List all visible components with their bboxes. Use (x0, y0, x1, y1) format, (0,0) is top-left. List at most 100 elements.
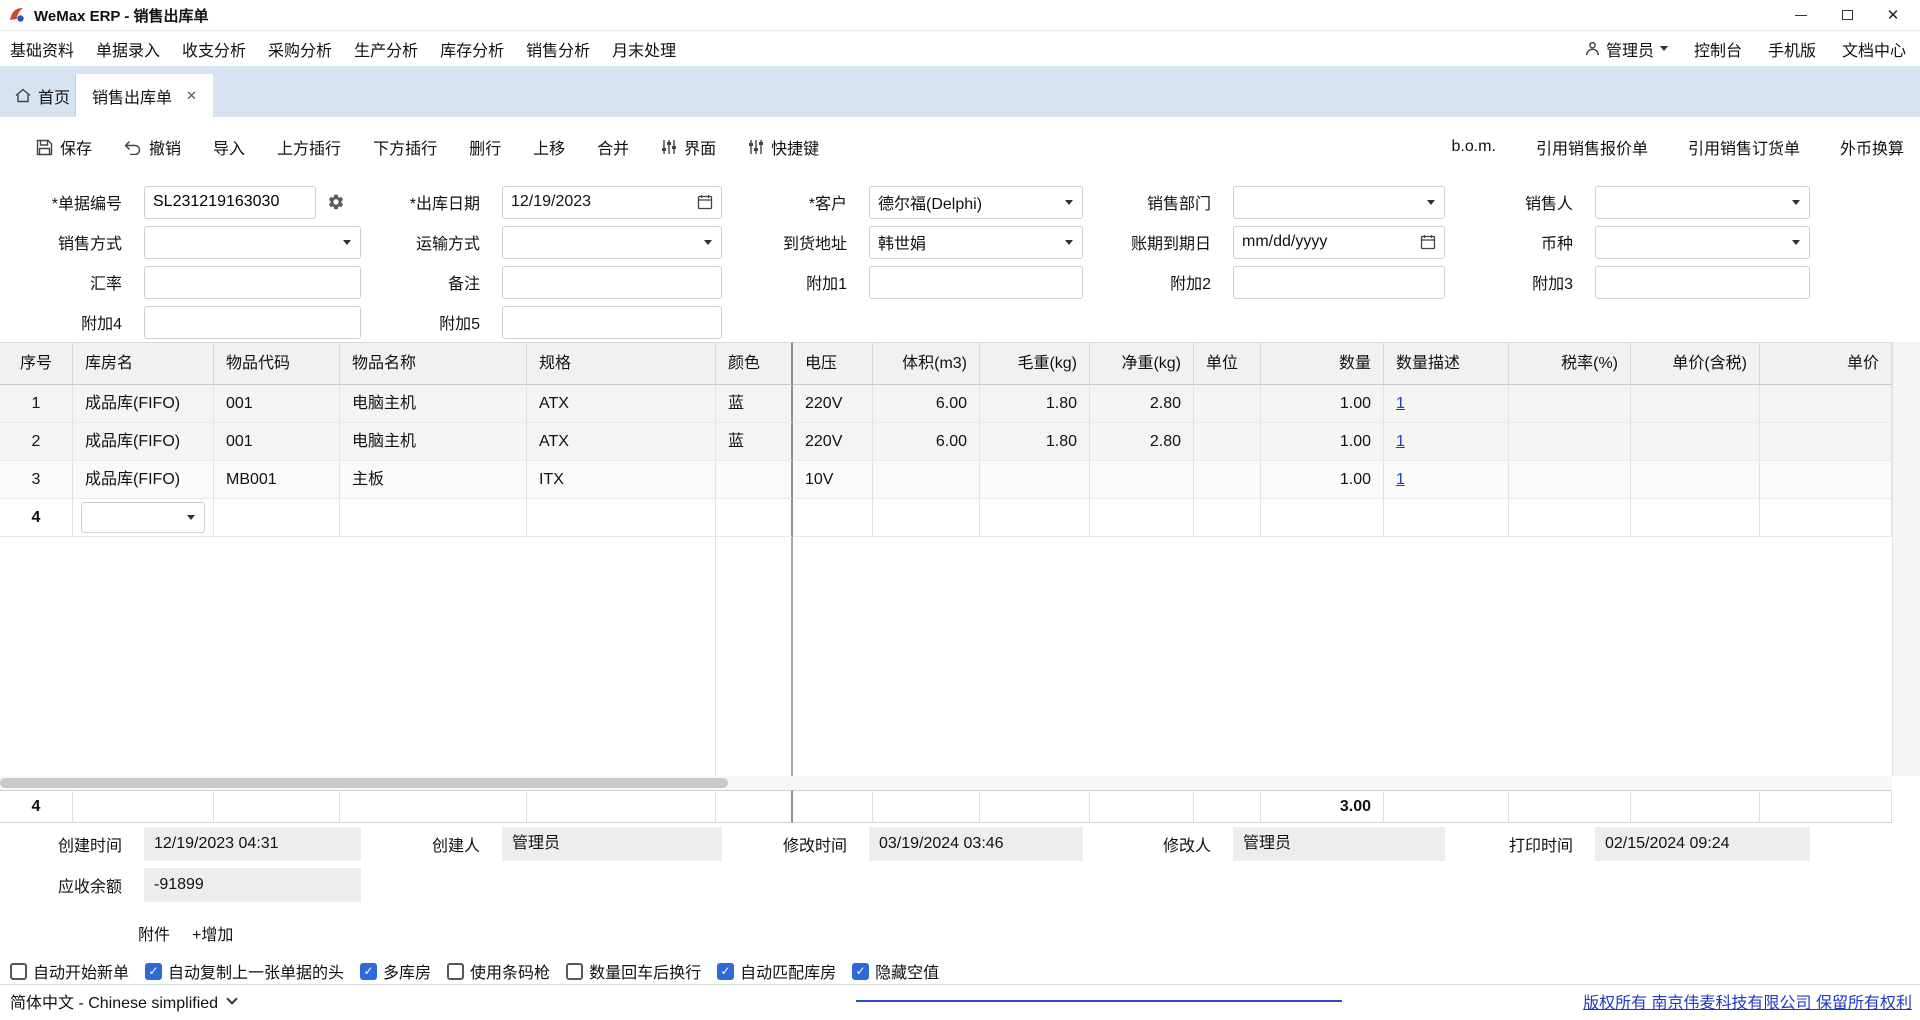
minimize-button[interactable] (1778, 0, 1824, 30)
cell[interactable]: 220V (793, 385, 873, 423)
hotkeys-button[interactable]: 快捷键 (748, 135, 819, 159)
cell[interactable]: 电脑主机 (340, 423, 527, 461)
cell[interactable] (1194, 385, 1261, 423)
delete-row-button[interactable]: 删行 (469, 135, 501, 159)
add-attachment-button[interactable]: +增加 (192, 921, 233, 945)
menu-item-income-expense[interactable]: 收支分析 (182, 37, 246, 61)
cell[interactable]: 1 (0, 385, 73, 423)
address-select[interactable]: 韩世娟 (869, 226, 1083, 259)
cell[interactable]: 10V (793, 461, 873, 499)
extra3-input[interactable] (1595, 266, 1810, 299)
sale-mode-select[interactable] (144, 226, 361, 259)
cell[interactable]: 001 (214, 385, 340, 423)
cell[interactable]: 1.80 (980, 385, 1090, 423)
due-date-input[interactable]: mm/dd/yyyy (1233, 226, 1445, 259)
close-button[interactable]: ✕ (1870, 0, 1916, 30)
cell[interactable] (1194, 423, 1261, 461)
cell[interactable]: ATX (527, 385, 716, 423)
qty-desc-link[interactable]: 1 (1384, 385, 1509, 423)
out-date-input[interactable]: 12/19/2023 (502, 186, 722, 219)
transport-select[interactable] (502, 226, 722, 259)
checkbox[interactable]: ✓ (717, 963, 734, 980)
cell[interactable]: 2.80 (1090, 423, 1194, 461)
cell[interactable] (1760, 385, 1892, 423)
mobile-link[interactable]: 手机版 (1768, 37, 1816, 61)
cell[interactable]: 220V (793, 423, 873, 461)
cell[interactable] (1760, 499, 1892, 537)
console-link[interactable]: 控制台 (1694, 37, 1742, 61)
insert-row-below-button[interactable]: 下方插行 (373, 135, 437, 159)
cell[interactable]: 6.00 (873, 385, 980, 423)
cell[interactable]: 1.00 (1261, 461, 1384, 499)
menu-item-month-end[interactable]: 月末处理 (612, 37, 676, 61)
cell[interactable]: ATX (527, 423, 716, 461)
cell[interactable] (1631, 423, 1760, 461)
cell[interactable] (873, 499, 980, 537)
insert-row-above-button[interactable]: 上方插行 (277, 135, 341, 159)
checkbox[interactable]: ✓ (447, 963, 464, 980)
save-button[interactable]: 保存 (36, 135, 92, 159)
checkbox[interactable]: ✓ (852, 963, 869, 980)
cell[interactable] (716, 499, 793, 537)
calendar-icon[interactable] (1420, 234, 1436, 250)
horizontal-scrollbar-thumb[interactable] (0, 778, 728, 788)
dept-select[interactable] (1233, 186, 1445, 219)
qty-desc-link[interactable]: 1 (1384, 423, 1509, 461)
ref-sales-quote-button[interactable]: 引用销售报价单 (1536, 135, 1648, 159)
extra5-input[interactable] (502, 306, 722, 339)
cell[interactable] (1631, 499, 1760, 537)
import-button[interactable]: 导入 (213, 135, 245, 159)
cell[interactable] (716, 461, 793, 499)
cell[interactable]: 主板 (340, 461, 527, 499)
cell[interactable]: 电脑主机 (340, 385, 527, 423)
cell[interactable] (793, 499, 873, 537)
cell[interactable] (1090, 461, 1194, 499)
cell[interactable]: 1.00 (1261, 423, 1384, 461)
calendar-icon[interactable] (697, 194, 713, 210)
cell[interactable]: 4 (0, 499, 73, 537)
tab-sales-outbound[interactable]: 销售出库单 ✕ (76, 74, 213, 117)
cell[interactable]: 1.80 (980, 423, 1090, 461)
cell[interactable] (527, 499, 716, 537)
checkbox[interactable]: ✓ (145, 963, 162, 980)
cell[interactable]: 001 (214, 423, 340, 461)
cell[interactable] (1760, 423, 1892, 461)
bom-button[interactable]: b.o.m. (1451, 138, 1495, 156)
cell[interactable] (1384, 499, 1509, 537)
ref-sales-order-button[interactable]: 引用销售订货单 (1688, 135, 1800, 159)
cell[interactable] (1194, 499, 1261, 537)
doc-no-input[interactable] (144, 186, 316, 219)
undo-button[interactable]: 撤销 (124, 135, 181, 159)
user-menu[interactable]: 管理员 (1585, 37, 1668, 61)
cell[interactable] (1760, 461, 1892, 499)
rate-input[interactable] (144, 266, 361, 299)
cell[interactable] (873, 461, 980, 499)
move-up-button[interactable]: 上移 (533, 135, 565, 159)
checkbox[interactable]: ✓ (10, 963, 27, 980)
maximize-button[interactable] (1824, 0, 1870, 30)
seller-select[interactable] (1595, 186, 1810, 219)
menu-item-sales-analysis[interactable]: 销售分析 (526, 37, 590, 61)
menu-item-inventory-analysis[interactable]: 库存分析 (440, 37, 504, 61)
vertical-scrollbar[interactable] (1892, 342, 1920, 776)
cell[interactable]: 蓝 (716, 423, 793, 461)
cell[interactable] (1261, 499, 1384, 537)
cell[interactable]: MB001 (214, 461, 340, 499)
gear-icon[interactable] (327, 193, 345, 211)
cell[interactable]: ITX (527, 461, 716, 499)
cell[interactable]: 2.80 (1090, 385, 1194, 423)
cell[interactable]: 1.00 (1261, 385, 1384, 423)
cell[interactable]: 2 (0, 423, 73, 461)
cell[interactable] (1631, 385, 1760, 423)
tab-home[interactable]: 首页 (10, 74, 76, 117)
cell[interactable]: 成品库(FIFO) (73, 461, 214, 499)
cell[interactable]: 3 (0, 461, 73, 499)
cell[interactable] (1631, 461, 1760, 499)
fx-convert-button[interactable]: 外币换算 (1840, 135, 1904, 159)
cell[interactable] (1194, 461, 1261, 499)
cell[interactable] (1509, 499, 1631, 537)
currency-select[interactable] (1595, 226, 1810, 259)
cell[interactable] (1509, 385, 1631, 423)
cell[interactable] (980, 499, 1090, 537)
cell[interactable]: 蓝 (716, 385, 793, 423)
